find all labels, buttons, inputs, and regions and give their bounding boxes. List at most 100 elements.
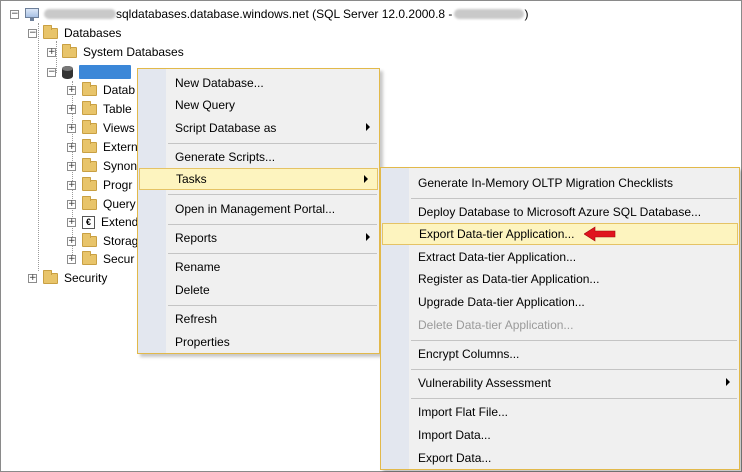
tree-node-label: Secur [103,252,135,266]
submenu-arrow-icon [366,123,370,131]
menu-item-encrypt-columns[interactable]: Encrypt Columns... [381,343,739,365]
collapse-icon[interactable]: − [10,9,19,19]
menu-item-new-database[interactable]: New Database... [138,72,379,94]
tree-node-selected-database[interactable]: − [47,63,131,81]
menu-item-label: Rename [175,260,221,274]
tree-node-db-child[interactable]: + Datab [67,81,135,99]
object-explorer-panel: − sqldatabases.database.windows.net (SQL… [0,0,742,472]
tree-node-db-child[interactable]: + € Extend [67,213,138,231]
expand-icon[interactable]: + [67,236,76,246]
system-databases-label: System Databases [83,45,184,59]
tree-node-label: Storag [103,234,139,248]
tree-node-db-child[interactable]: + Views [67,119,135,137]
folder-icon [82,250,97,265]
expand-icon[interactable]: + [28,273,37,283]
server-label: sqldatabases.database.windows.net (SQL S… [116,7,453,21]
menu-item-rename[interactable]: Rename [138,256,379,278]
extended-events-icon: € [82,215,95,229]
tree-node-label: Extern [103,140,138,154]
menu-separator [411,398,737,399]
menu-item-label: Generate In-Memory OLTP Migration Checkl… [418,176,673,190]
tree-node-server[interactable]: − sqldatabases.database.windows.net (SQL… [10,5,528,23]
tree-node-db-child[interactable]: + Table [67,100,132,118]
expand-icon[interactable]: + [67,180,76,190]
menu-item-import-flat-file[interactable]: Import Flat File... [381,401,739,423]
tree-node-label: Datab [103,83,136,97]
tree-node-label: Query [103,197,136,211]
collapse-icon[interactable]: − [28,28,37,38]
folder-icon [82,138,97,153]
tree-guide-line [38,23,39,271]
menu-item-label: Delete [175,283,210,297]
tree-node-security[interactable]: + Security [28,269,107,287]
menu-item-register-data-tier-application[interactable]: Register as Data-tier Application... [381,268,739,290]
menu-item-label: Import Data... [418,428,491,442]
menu-separator [411,340,737,341]
menu-item-reports[interactable]: Reports [138,227,379,249]
folder-icon [82,100,97,115]
menu-item-extract-data-tier-application[interactable]: Extract Data-tier Application... [381,246,739,268]
menu-item-label: Upgrade Data-tier Application... [418,295,585,309]
expand-icon[interactable]: + [67,85,76,95]
folder-icon [82,119,97,134]
expand-icon[interactable]: + [47,47,56,57]
menu-item-export-data[interactable]: Export Data... [381,447,739,469]
menu-item-export-data-tier-application[interactable]: Export Data-tier Application... [382,223,738,245]
tree-node-db-child[interactable]: + Synon [67,157,137,175]
menu-item-tasks[interactable]: Tasks [139,168,378,190]
tree-node-db-child[interactable]: + Query [67,195,136,213]
menu-item-label: Tasks [176,172,207,186]
tree-node-db-child[interactable]: + Storag [67,232,138,250]
tree-node-label: Views [103,121,135,135]
menu-item-label: New Database... [175,76,264,90]
menu-item-open-management-portal[interactable]: Open in Management Portal... [138,198,379,220]
menu-item-label: Export Data-tier Application... [419,227,575,241]
databases-label: Databases [64,26,122,40]
tree-node-databases[interactable]: − Databases [28,24,121,42]
menu-separator [168,305,377,306]
menu-item-properties[interactable]: Properties [138,331,379,353]
menu-item-label: Open in Management Portal... [175,202,336,216]
expand-icon[interactable]: + [67,217,76,227]
menu-item-label: Reports [175,231,218,245]
menu-item-label: Delete Data-tier Application... [418,318,574,332]
menu-item-new-query[interactable]: New Query [138,94,379,116]
menu-item-label: Generate Scripts... [175,150,276,164]
redacted-username [44,9,116,19]
tree-node-label: Extend [101,215,139,229]
expand-icon[interactable]: + [67,254,76,264]
menu-item-generate-scripts[interactable]: Generate Scripts... [138,146,379,168]
menu-separator [411,369,737,370]
menu-item-script-database-as[interactable]: Script Database as [138,117,379,139]
tree-node-system-databases[interactable]: + System Databases [47,43,184,61]
menu-separator [168,224,377,225]
tree-node-db-child[interactable]: + Progr [67,176,132,194]
menu-item-label: Script Database as [175,121,277,135]
database-context-menu: New Database... New Query Script Databas… [137,68,380,354]
menu-item-deploy-to-azure[interactable]: Deploy Database to Microsoft Azure SQL D… [381,201,739,223]
folder-icon [82,176,97,191]
menu-item-generate-oltp-checklists[interactable]: Generate In-Memory OLTP Migration Checkl… [381,172,739,194]
menu-item-import-data[interactable]: Import Data... [381,424,739,446]
menu-item-delete-data-tier-application: Delete Data-tier Application... [381,314,739,336]
menu-item-label: Properties [175,335,230,349]
tree-node-db-child[interactable]: + Secur [67,250,134,268]
menu-item-label: Refresh [175,312,218,326]
submenu-arrow-icon [726,378,730,386]
expand-icon[interactable]: + [67,104,76,114]
expand-icon[interactable]: + [67,123,76,133]
tree-node-db-child[interactable]: + Extern [67,138,138,156]
menu-item-delete[interactable]: Delete [138,279,379,301]
folder-icon [82,81,97,96]
expand-icon[interactable]: + [67,199,76,209]
expand-icon[interactable]: + [67,142,76,152]
expand-icon[interactable]: + [67,161,76,171]
menu-item-label: Register as Data-tier Application... [418,272,600,286]
menu-item-upgrade-data-tier-application[interactable]: Upgrade Data-tier Application... [381,291,739,313]
menu-item-refresh[interactable]: Refresh [138,308,379,330]
menu-item-label: Vulnerability Assessment [418,376,551,390]
server-icon [25,7,39,21]
menu-separator [168,194,377,195]
collapse-icon[interactable]: − [47,67,56,77]
menu-item-vulnerability-assessment[interactable]: Vulnerability Assessment [381,372,739,394]
